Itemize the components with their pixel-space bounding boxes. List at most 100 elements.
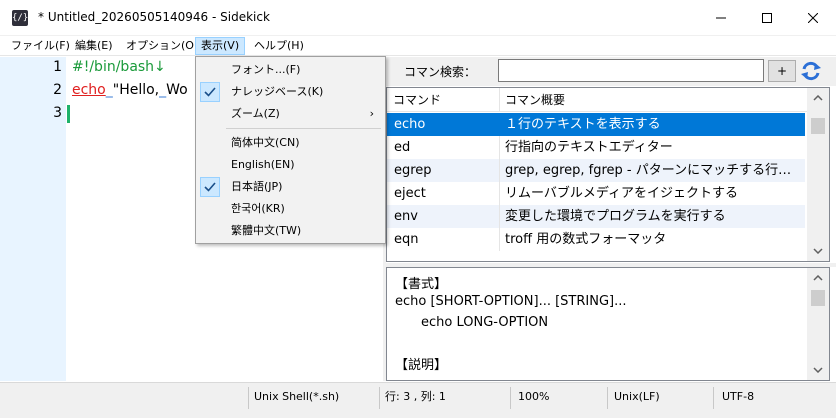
menu-separator <box>226 128 381 129</box>
code-line-2: echo_"Hello,_Wo <box>72 82 188 98</box>
detail-scrollbar[interactable] <box>807 268 829 380</box>
detail-heading-synopsis: 【書式】 <box>395 277 448 292</box>
submenu-arrow-icon: › <box>369 107 374 120</box>
add-button[interactable]: + <box>768 60 796 82</box>
cell-summary: grep, egrep, fgrep - パターンにマッチする行を... <box>505 163 795 178</box>
status-language: Unix Shell(*.sh) <box>254 390 340 403</box>
scroll-down-arrow[interactable] <box>812 364 824 376</box>
command-table: コマンド コマン概要 echo １行のテキストを表示する ed 行指向のテキスト… <box>386 87 830 262</box>
row-separator <box>499 205 500 228</box>
menu-item-font[interactable]: フォント...(F) <box>197 59 384 81</box>
cell-summary: １行のテキストを表示する <box>505 117 661 132</box>
menu-item-label: フォント...(F) <box>231 63 301 76</box>
cell-summary: troff 用の数式フォーマッタ <box>505 232 667 247</box>
line-number: 2 <box>53 82 62 98</box>
menu-item-lang-jp[interactable]: 日本語(JP) <box>197 176 384 198</box>
status-separator <box>510 387 511 409</box>
check-icon <box>200 177 220 197</box>
cell-command: eqn <box>394 232 419 247</box>
scroll-down-arrow[interactable] <box>812 245 824 257</box>
status-zoom: 100% <box>518 390 550 403</box>
cell-command: ed <box>394 140 411 155</box>
window-title: * Untitled_20260505140946 - Sidekick <box>38 10 270 24</box>
status-separator <box>713 387 714 409</box>
app-icon: {/} <box>12 10 28 26</box>
code-line-1: #!/bin/bash↓ <box>72 59 166 75</box>
chevron-down-icon <box>813 248 823 254</box>
keyword-echo: echo <box>72 82 106 98</box>
cell-command: echo <box>394 117 426 132</box>
status-line-ending: Unix(LF) <box>614 390 660 403</box>
menu-item-lang-tw[interactable]: 繁體中文(TW) <box>197 220 384 242</box>
menu-item-label: English(EN) <box>231 158 295 171</box>
menu-item-label: 简体中文(CN) <box>231 136 300 149</box>
cell-command: eject <box>394 186 426 201</box>
menu-item-label: ズーム(Z) <box>231 107 280 120</box>
menu-item-knowledge-base[interactable]: ナレッジベース(K) <box>197 81 384 103</box>
maximize-button[interactable] <box>744 0 790 36</box>
menu-item-label: ナレッジベース(K) <box>231 85 324 98</box>
menu-help[interactable]: ヘルプ(H) <box>249 37 309 55</box>
menu-item-label: 繁體中文(TW) <box>231 224 302 237</box>
title-bar: {/} * Untitled_20260505140946 - Sidekick <box>0 0 836 36</box>
close-button[interactable] <box>790 0 836 36</box>
check-icon <box>200 82 220 102</box>
menu-bar: ファイル(F) 編集(E) オプション(O) 表示(V) ヘルプ(H) <box>0 36 836 56</box>
minimize-icon <box>716 17 726 19</box>
status-encoding: UTF-8 <box>722 390 755 403</box>
status-bar: Unix Shell(*.sh) 行: 3 , 列: 1 100% Unix(L… <box>0 382 836 418</box>
table-row[interactable]: eject リムーバブルメディアをイジェクトする <box>387 182 805 205</box>
cell-command: egrep <box>394 163 432 178</box>
row-separator <box>499 228 500 251</box>
menu-view[interactable]: 表示(V) <box>195 37 246 55</box>
detail-synopsis-line: echo LONG-OPTION <box>421 315 549 330</box>
line-number: 3 <box>53 105 62 121</box>
menu-options[interactable]: オプション(O) <box>121 37 203 55</box>
table-row[interactable]: ed 行指向のテキストエディター <box>387 136 805 159</box>
refresh-button[interactable] <box>800 60 822 82</box>
scroll-up-arrow[interactable] <box>812 272 824 284</box>
table-row[interactable]: env 変更した環境でプログラムを実行する <box>387 205 805 228</box>
command-detail-pane[interactable]: 【書式】 echo [SHORT-OPTION]... [STRING]... … <box>386 267 830 381</box>
refresh-icon <box>801 61 821 81</box>
menu-item-label: 日本語(JP) <box>231 180 283 193</box>
string-literal: "Hello, <box>112 82 160 98</box>
column-header-summary[interactable]: コマン概要 <box>499 88 565 112</box>
menu-item-zoom[interactable]: ズーム(Z) › <box>197 103 384 125</box>
command-search-bar: コマン検索： + <box>386 57 836 86</box>
table-scrollbar[interactable] <box>807 88 829 261</box>
detail-heading-description: 【説明】 <box>395 358 448 373</box>
scroll-up-arrow[interactable] <box>812 92 824 104</box>
cell-summary: 行指向のテキストエディター <box>505 140 673 155</box>
row-separator <box>499 136 500 159</box>
search-label: コマン検索： <box>404 65 477 79</box>
table-row[interactable]: eqn troff 用の数式フォーマッタ <box>387 228 805 251</box>
menu-item-lang-kr[interactable]: 한국어(KR) <box>197 198 384 220</box>
cell-summary: リムーバブルメディアをイジェクトする <box>505 186 738 201</box>
minimize-button[interactable] <box>698 0 744 36</box>
line-number-gutter: 1 2 3 <box>0 57 66 381</box>
scroll-thumb[interactable] <box>811 118 825 134</box>
menu-item-label: 한국어(KR) <box>231 202 285 215</box>
line-number: 1 <box>53 59 62 75</box>
scroll-thumb[interactable] <box>811 290 825 306</box>
row-separator <box>499 159 500 182</box>
close-icon <box>808 13 818 23</box>
whitespace-marker: _ <box>105 82 113 98</box>
view-menu-dropdown: フォント...(F) ナレッジベース(K) ズーム(Z) › 简体中文(CN) … <box>195 56 386 244</box>
table-row[interactable]: echo １行のテキストを表示する <box>387 113 805 136</box>
status-cursor-position: 行: 3 , 列: 1 <box>385 390 446 403</box>
menu-file[interactable]: ファイル(F) <box>6 37 75 55</box>
menu-item-lang-en[interactable]: English(EN) <box>197 154 384 176</box>
cell-summary: 変更した環境でプログラムを実行する <box>505 209 726 224</box>
menu-item-lang-cn[interactable]: 简体中文(CN) <box>197 132 384 154</box>
table-row[interactable]: egrep grep, egrep, fgrep - パターンにマッチする行を.… <box>387 159 805 182</box>
chevron-up-icon <box>813 275 823 281</box>
column-header-command[interactable]: コマンド <box>387 88 441 112</box>
menu-edit[interactable]: 編集(E) <box>70 37 118 55</box>
command-search-input[interactable] <box>498 59 764 82</box>
string-literal-tail: Wo <box>166 82 188 98</box>
current-line-marker <box>67 105 70 123</box>
row-separator <box>499 182 500 205</box>
maximize-icon <box>762 13 772 23</box>
